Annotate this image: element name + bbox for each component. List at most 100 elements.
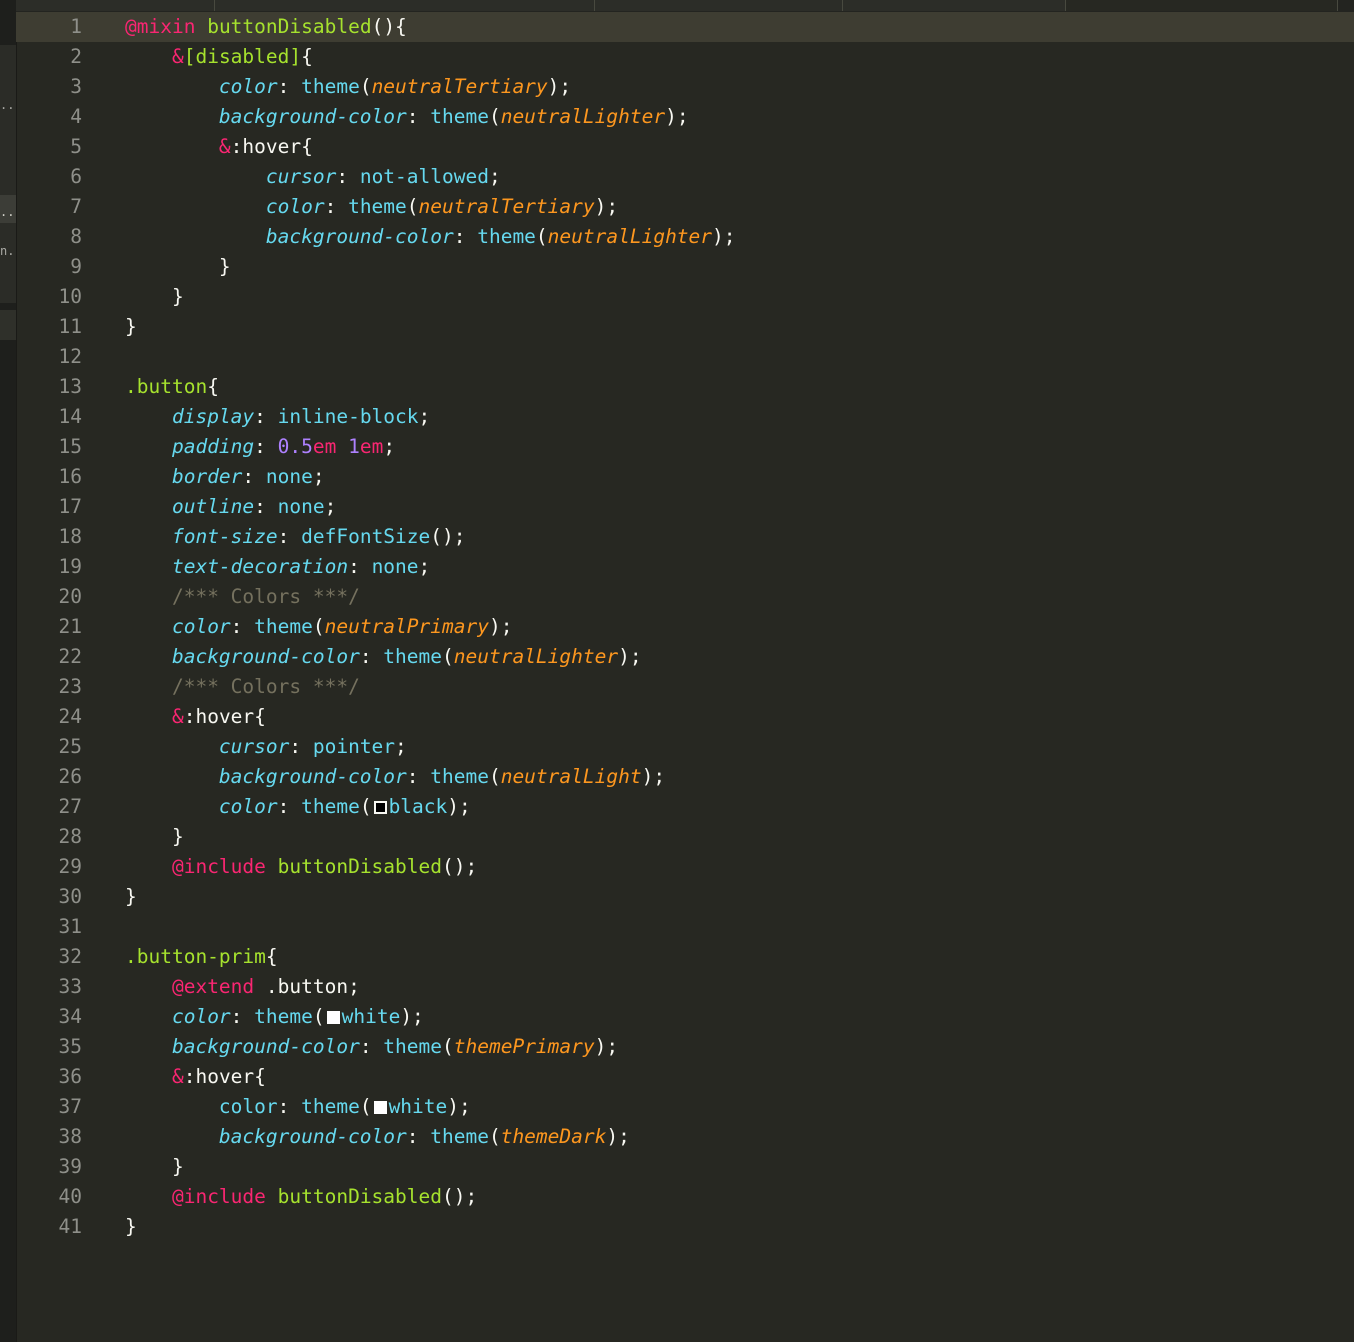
code-line[interactable]: 16 border: none;: [16, 462, 1354, 492]
code-line[interactable]: 15 padding: 0.5em 1em;: [16, 432, 1354, 462]
tab[interactable]: [215, 0, 595, 11]
code-text: padding: 0.5em 1em;: [125, 432, 395, 462]
code-token: (: [535, 225, 548, 248]
code-token: [disabled]: [183, 45, 302, 68]
code-line[interactable]: 8 background-color: theme(neutralLighter…: [16, 222, 1354, 252]
code-text: color: theme(neutralPrimary);: [125, 612, 513, 642]
code-text: }: [125, 1212, 137, 1242]
code-token: theme: [254, 615, 313, 638]
code-token: background-color: [265, 225, 454, 248]
code-token: :: [277, 75, 302, 98]
code-line[interactable]: 30}: [16, 882, 1354, 912]
code-line[interactable]: 40 @include buttonDisabled();: [16, 1182, 1354, 1212]
code-line[interactable]: 41}: [16, 1212, 1354, 1242]
code-token: (: [359, 75, 372, 98]
code-line[interactable]: 22 background-color: theme(neutralLighte…: [16, 642, 1354, 672]
tab[interactable]: [843, 0, 1066, 11]
code-line[interactable]: 4 background-color: theme(neutralLighter…: [16, 102, 1354, 132]
line-number: 35: [58, 1035, 82, 1058]
code-line[interactable]: 5 &:hover{: [16, 132, 1354, 162]
code-token: );: [606, 1125, 630, 1148]
sidebar-item[interactable]: n...: [0, 244, 16, 258]
code-line[interactable]: 29 @include buttonDisabled();: [16, 852, 1354, 882]
code-text: background-color: theme(themeDark);: [125, 1122, 630, 1152]
code-line[interactable]: 6 cursor: not-allowed;: [16, 162, 1354, 192]
line-number: 31: [58, 915, 82, 938]
code-text: /*** Colors ***/: [125, 672, 360, 702]
code-token: cursor: [218, 735, 290, 758]
code-line[interactable]: 37 color: theme(white);: [16, 1092, 1354, 1122]
code-text: }: [125, 882, 137, 912]
sidebar-item[interactable]: ...: [0, 98, 16, 112]
code-line[interactable]: 20 /*** Colors ***/: [16, 582, 1354, 612]
code-token: @mixin: [125, 15, 196, 38]
code-line[interactable]: 26 background-color: theme(neutralLight)…: [16, 762, 1354, 792]
code-token: /*** Colors ***/: [171, 585, 360, 608]
code-token: ;: [312, 465, 325, 488]
code-line[interactable]: 33 @extend .button;: [16, 972, 1354, 1002]
line-number: 2: [70, 45, 82, 68]
code-line[interactable]: 31: [16, 912, 1354, 942]
code-token: ;: [488, 165, 501, 188]
code-line[interactable]: 38 background-color: theme(themeDark);: [16, 1122, 1354, 1152]
tab[interactable]: [16, 0, 215, 11]
code-line[interactable]: 1 @mixin buttonDisabled(){: [16, 12, 1354, 42]
line-number: 11: [58, 315, 82, 338]
sidebar-item[interactable]: ...: [0, 205, 16, 219]
code-line[interactable]: 17 outline: none;: [16, 492, 1354, 522]
code-line[interactable]: 9 }: [16, 252, 1354, 282]
code-line[interactable]: 23 /*** Colors ***/: [16, 672, 1354, 702]
code-token: theme: [348, 195, 407, 218]
code-line[interactable]: 21 color: theme(neutralPrimary);: [16, 612, 1354, 642]
code-line[interactable]: 19 text-decoration: none;: [16, 552, 1354, 582]
code-line[interactable]: 13 .button{: [16, 372, 1354, 402]
code-token: color: [218, 1095, 278, 1118]
code-line[interactable]: 7 color: theme(neutralTertiary);: [16, 192, 1354, 222]
code-token: theme: [477, 225, 536, 248]
code-line[interactable]: 36 &:hover{: [16, 1062, 1354, 1092]
code-token: :: [277, 525, 302, 548]
code-line[interactable]: 2 &[disabled]{: [16, 42, 1354, 72]
code-token: (: [312, 615, 325, 638]
code-line[interactable]: 27 color: theme(black);: [16, 792, 1354, 822]
code-text: background-color: theme(neutralLighter);: [125, 102, 689, 132]
code-line[interactable]: 24 &:hover{: [16, 702, 1354, 732]
code-token: :hover{: [230, 135, 313, 158]
code-token: inline-block: [277, 405, 419, 428]
code-token: );: [447, 795, 471, 818]
code-token: not-allowed: [359, 165, 489, 188]
code-token: neutralLight: [500, 765, 642, 788]
line-number: 5: [70, 135, 82, 158]
code-token: none: [265, 465, 313, 488]
code-token: ();: [430, 525, 466, 548]
code-line[interactable]: 34 color: theme(white);: [16, 1002, 1354, 1032]
code-token: color: [265, 195, 325, 218]
code-token: background-color: [171, 645, 360, 668]
code-line[interactable]: 25 cursor: pointer;: [16, 732, 1354, 762]
code-line[interactable]: 35 background-color: theme(themePrimary)…: [16, 1032, 1354, 1062]
code-token: theme: [301, 1095, 360, 1118]
code-token: color: [218, 75, 278, 98]
code-token: .button;: [254, 975, 360, 998]
file-sidebar: ... ... n...: [0, 0, 17, 1342]
code-line[interactable]: 10 }: [16, 282, 1354, 312]
code-line[interactable]: 18 font-size: defFontSize();: [16, 522, 1354, 552]
line-number: 19: [58, 555, 82, 578]
code-token: );: [641, 765, 666, 788]
code-token: text-decoration: [171, 555, 349, 578]
code-line[interactable]: 3 color: theme(neutralTertiary);: [16, 72, 1354, 102]
code-line[interactable]: 11}: [16, 312, 1354, 342]
tab[interactable]: [595, 0, 843, 11]
code-line[interactable]: 32 .button-prim{: [16, 942, 1354, 972]
code-token: @include: [171, 1185, 266, 1208]
code-line[interactable]: 28 }: [16, 822, 1354, 852]
tab-active[interactable]: [1066, 0, 1338, 11]
code-line[interactable]: 12: [16, 342, 1354, 372]
code-line[interactable]: 14 display: inline-block;: [16, 402, 1354, 432]
code-token: theme: [254, 1005, 313, 1028]
code-token: :: [348, 555, 372, 578]
code-line[interactable]: 39 }: [16, 1152, 1354, 1182]
